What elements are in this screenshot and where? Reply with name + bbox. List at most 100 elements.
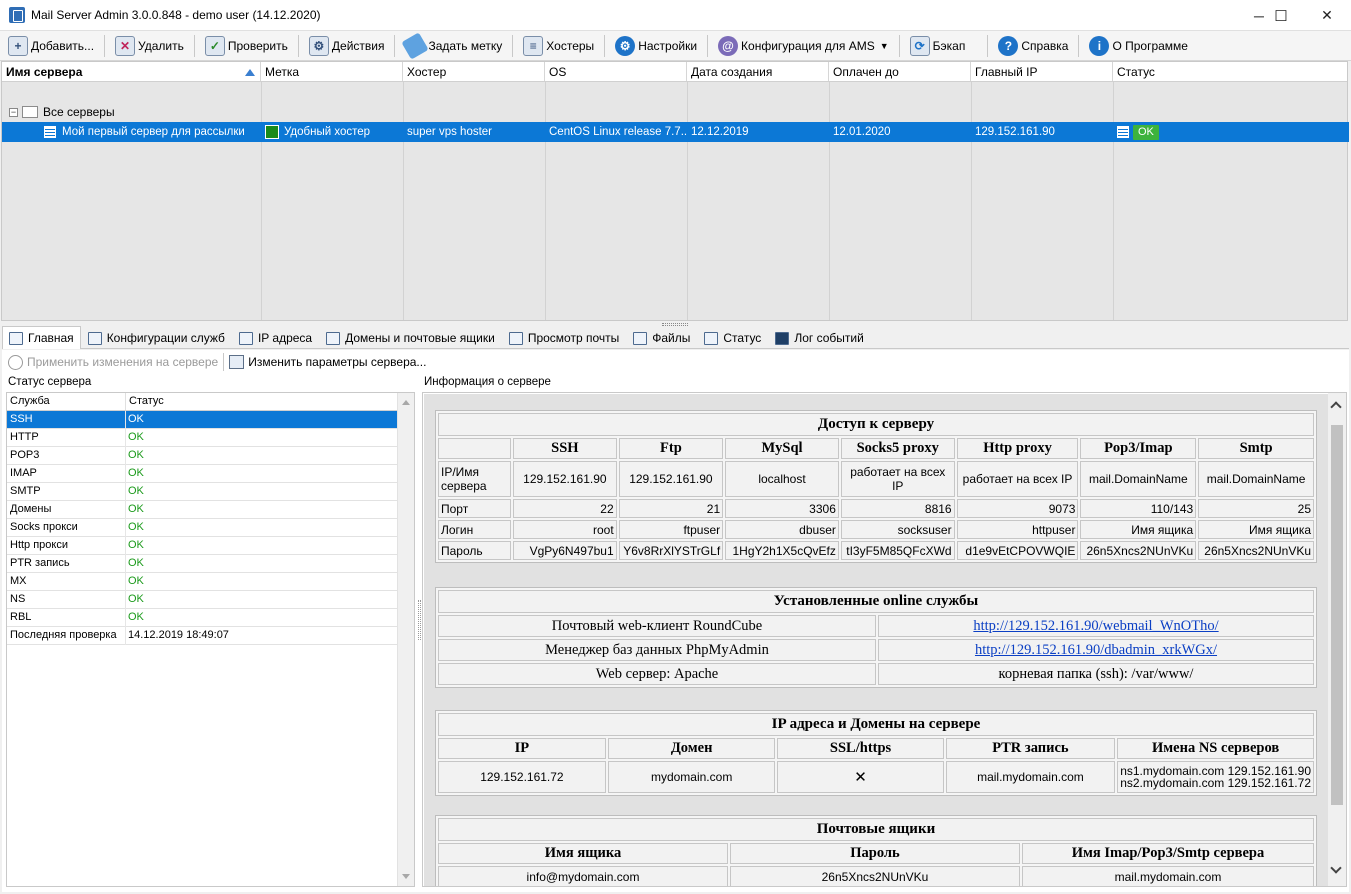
status-row[interactable]: Socks прокси OK — [7, 518, 414, 537]
vertical-splitter[interactable] — [418, 600, 421, 640]
ip-domains-table: IP адреса и Домены на сервере IP Домен S… — [435, 710, 1317, 796]
set-tag-button-label: Задать метку — [428, 38, 503, 53]
service-name: Web сервер: Apache — [438, 663, 876, 685]
access-cell: mail.DomainName — [1198, 461, 1314, 497]
access-cell: 26n5Xncs2NUnVKu — [1198, 541, 1314, 560]
tab-status[interactable]: Статус — [697, 327, 768, 348]
service-status-table: Служба Статус SSH OK HTTP OK POP3 OK IMAP OK SMT… — [6, 392, 415, 887]
apply-changes-label: Применить изменения на сервере — [27, 355, 219, 369]
column-divider — [687, 82, 688, 320]
cell-os: CentOS Linux release 7.7.... — [549, 126, 687, 138]
tab-service-configs[interactable]: Конфигурации служб — [81, 327, 232, 348]
help-button[interactable]: ? Справка — [994, 33, 1072, 59]
actions-server-icon: ⚙ — [308, 35, 329, 56]
status-row[interactable]: NS OK — [7, 590, 414, 609]
info-vertical-scrollbar[interactable] — [1328, 393, 1346, 886]
collapse-icon[interactable]: − — [9, 107, 18, 117]
scroll-up-icon[interactable] — [402, 400, 410, 405]
status-row[interactable]: SMTP OK — [7, 482, 414, 501]
server-check-icon — [1117, 126, 1129, 138]
phpmyadmin-link[interactable]: http://129.152.161.90/dbadmin_xrkWGx/ — [975, 642, 1217, 658]
status-table-header: Служба Статус — [7, 393, 414, 411]
chevron-down-icon[interactable] — [1330, 862, 1342, 874]
table-row[interactable]: Мой первый сервер для рассылки Удобный х… — [2, 122, 1349, 142]
column-header-created[interactable]: Дата создания — [687, 62, 829, 81]
status-row[interactable]: Домены OK — [7, 500, 414, 519]
status-row[interactable]: IMAP OK — [7, 464, 414, 483]
config-icon — [87, 331, 102, 345]
status-row[interactable]: Последняя проверка 14.12.2019 18:49:07 — [7, 626, 414, 645]
column-header-server-name[interactable]: Имя сервера — [2, 62, 261, 81]
access-cell: socksuser — [840, 520, 955, 539]
service-name-cell: PTR запись — [7, 554, 126, 573]
status-row[interactable]: PTR запись OK — [7, 554, 414, 573]
roundcube-link[interactable]: http://129.152.161.90/webmail_WnOTho/ — [973, 618, 1218, 634]
access-cell: 21 — [618, 499, 724, 518]
delete-button[interactable]: ✕ Удалить — [111, 33, 188, 59]
status-row[interactable]: SSH OK — [7, 410, 414, 429]
scroll-thumb[interactable] — [1331, 425, 1343, 805]
column-header-tag[interactable]: Метка — [261, 62, 403, 81]
settings-button[interactable]: ⚙ Настройки — [611, 33, 701, 59]
tab-main[interactable]: Главная — [2, 326, 81, 349]
access-col-header: Smtp — [1198, 438, 1314, 459]
service-status-cell: OK — [128, 430, 144, 443]
cell-paid-until: 12.01.2020 — [833, 126, 891, 138]
access-cell: 26n5Xncs2NUnVKu — [1080, 541, 1197, 560]
column-header-status[interactable]: Статус — [1113, 62, 1347, 81]
tab-view-mail[interactable]: Просмотр почты — [502, 327, 626, 348]
status-row[interactable]: Http прокси OK — [7, 536, 414, 555]
column-divider — [1113, 82, 1114, 320]
tree-node-all-servers[interactable]: − Все серверы — [2, 102, 115, 122]
cell-status: OK — [1113, 122, 1347, 142]
column-header-service[interactable]: Служба — [7, 393, 126, 410]
vertical-scrollbar[interactable] — [397, 393, 414, 886]
chevron-up-icon[interactable] — [1330, 401, 1342, 413]
edit-params-button[interactable]: Изменить параметры сервера... — [229, 355, 426, 369]
tab-ip-addresses[interactable]: IP адреса — [232, 327, 319, 348]
access-cell: 129.152.161.90 — [513, 461, 617, 497]
close-button[interactable]: ✕ — [1304, 0, 1350, 31]
status-row[interactable]: MX OK — [7, 572, 414, 591]
ssl-cell: ✕ — [777, 761, 944, 793]
backup-button-label: Бэкап — [932, 38, 966, 53]
tab-domains-mailboxes[interactable]: Домены и почтовые ящики — [319, 327, 502, 348]
maximize-button[interactable]: ☐ — [1258, 0, 1304, 31]
toolbar-separator — [707, 34, 709, 57]
status-row[interactable]: HTTP OK — [7, 428, 414, 447]
scroll-down-icon[interactable] — [402, 874, 410, 879]
horizontal-splitter[interactable] — [662, 323, 688, 326]
add-button[interactable]: + Добавить... — [4, 33, 98, 59]
tab-event-log[interactable]: Лог событий — [768, 327, 870, 348]
tab-label: Домены и почтовые ящики — [345, 331, 495, 345]
apply-changes-button[interactable]: Применить изменения на сервере — [8, 354, 219, 370]
server-info-canvas: Доступ к серверу SSH Ftp MySql Socks5 pr… — [424, 394, 1328, 886]
chevron-down-icon: ▼ — [879, 40, 889, 51]
service-name-cell: Http прокси — [7, 536, 126, 555]
actions-button[interactable]: ⚙ Действия — [305, 33, 389, 59]
column-header-hoster[interactable]: Хостер — [403, 62, 545, 81]
column-header-os[interactable]: OS — [545, 62, 687, 81]
backup-button[interactable]: ⟳ Бэкап — [906, 33, 970, 59]
cell-tag: Удобный хостер — [261, 122, 403, 142]
column-header-status[interactable]: Статус — [126, 393, 395, 410]
about-button[interactable]: i О Программе — [1085, 33, 1192, 59]
main-toolbar: + Добавить... ✕ Удалить ✓ Проверить ⚙ Де… — [0, 31, 1351, 61]
status-row[interactable]: RBL OK — [7, 608, 414, 627]
column-header-main-ip[interactable]: Главный IP — [971, 62, 1113, 81]
service-status-cell: OK — [128, 556, 144, 569]
ns-cell: ns1.mydomain.com 129.152.161.90 ns2.mydo… — [1117, 761, 1314, 793]
ams-config-button[interactable]: @ Конфигурация для AMS ▼ — [714, 33, 893, 59]
check-server-icon: ✓ — [204, 35, 225, 56]
mailbox-name-cell: info@mydomain.com — [438, 866, 728, 886]
tab-files[interactable]: Файлы — [626, 327, 697, 348]
service-link-cell: http://129.152.161.90/webmail_WnOTho/ — [878, 615, 1314, 637]
set-tag-button[interactable]: Задать метку — [401, 31, 506, 60]
hosters-button-label: Хостеры — [546, 38, 595, 53]
column-header-paid-until[interactable]: Оплачен до — [829, 62, 971, 81]
access-cell: root — [513, 520, 617, 539]
service-name-cell: NS — [7, 590, 126, 609]
hosters-button[interactable]: ≡ Хостеры — [519, 33, 598, 59]
check-button[interactable]: ✓ Проверить — [201, 33, 292, 59]
status-row[interactable]: POP3 OK — [7, 446, 414, 465]
